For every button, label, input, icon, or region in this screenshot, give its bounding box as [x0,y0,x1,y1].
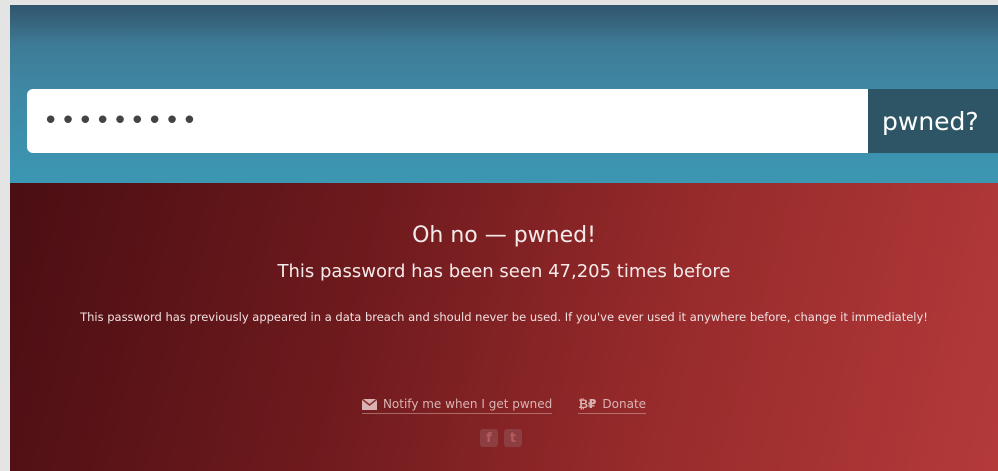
pwned-button[interactable]: pwned? [868,89,998,153]
donate-currency-icon: ₿₽ [578,397,597,411]
result-message: This password has previously appeared in… [80,310,928,324]
envelope-icon [361,398,377,410]
search-bar: pwned? [27,89,998,153]
facebook-icon[interactable]: f [480,429,498,447]
actions-row: Notify me when I get pwned ₿₽ Donate [10,397,998,414]
twitter-icon[interactable]: t [504,429,522,447]
donate-label: Donate [602,397,647,411]
donate-link[interactable]: ₿₽ Donate [578,397,647,414]
password-input[interactable] [27,89,868,153]
notify-label: Notify me when I get pwned [382,397,553,411]
result-title: Oh no — pwned! [412,223,596,248]
result-section: Oh no — pwned! This password has been se… [10,183,998,471]
page-frame: pwned? Oh no — pwned! This password has … [10,5,998,471]
social-icons: f t [480,429,522,447]
result-subtitle: This password has been seen 47,205 times… [277,261,731,282]
search-section: pwned? [10,5,998,183]
notify-link[interactable]: Notify me when I get pwned [361,397,553,414]
